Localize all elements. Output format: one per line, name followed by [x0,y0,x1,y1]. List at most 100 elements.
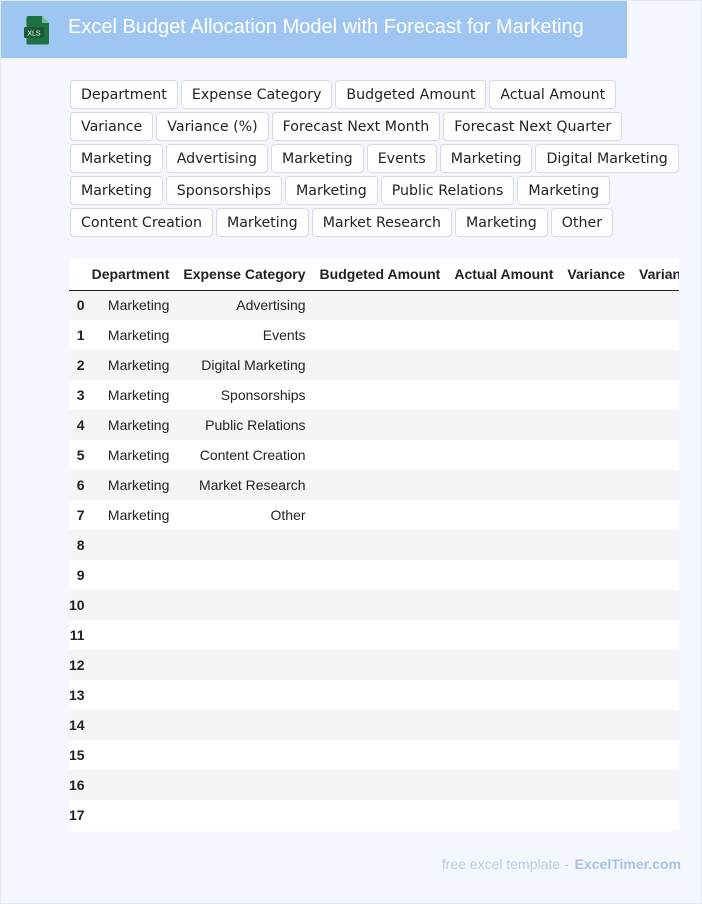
category-cell: Market Research [176,470,313,500]
column-tag[interactable]: Marketing [455,208,548,237]
table-row[interactable]: 15 [69,740,679,770]
category-cell: Sponsorships [176,380,313,410]
column-header[interactable]: Budgeted Amount [312,259,448,291]
department-cell: Marketing [84,500,177,530]
budgeted-cell [312,350,448,380]
footer-brand-link[interactable]: ExcelTimer.com [575,856,681,872]
table-row[interactable]: 0 Marketing Advertising [69,290,679,320]
category-cell [176,710,313,740]
page-title: Excel Budget Allocation Model with Forec… [68,16,584,38]
column-tag[interactable]: Market Research [311,208,453,237]
category-cell [176,680,313,710]
column-tag[interactable]: Marketing [439,144,533,173]
category-cell: Events [176,320,313,350]
category-cell [176,650,313,680]
category-cell: Public Relations [176,410,313,440]
actual-cell [447,470,561,500]
variance-pct-cell [632,380,679,410]
actual-cell [447,650,561,680]
column-header[interactable]: Expense Category [176,259,313,291]
variance-pct-cell [632,290,679,320]
row-index: 6 [69,470,85,500]
column-tag[interactable]: Actual Amount [489,80,617,109]
department-cell: Marketing [84,380,177,410]
table-row[interactable]: 17 [69,800,679,830]
table-row[interactable]: 10 [69,590,679,620]
column-header[interactable]: Variance (%) [632,259,679,291]
column-tag[interactable]: Marketing [270,144,364,173]
budgeted-cell [312,620,448,650]
table-row[interactable]: 2 Marketing Digital Marketing [69,350,679,380]
column-tag[interactable]: Marketing [517,176,611,205]
table-row[interactable]: 4 Marketing Public Relations [69,410,679,440]
column-tag[interactable]: Marketing [215,208,309,237]
category-cell [176,590,313,620]
table-row[interactable]: 12 [69,650,679,680]
column-tag[interactable]: Digital Marketing [535,144,679,173]
variance-pct-cell [632,740,679,770]
row-index: 15 [69,740,85,770]
row-index: 12 [69,650,85,680]
table-row[interactable]: 1 Marketing Events [69,320,679,350]
table-row[interactable]: 14 [69,710,679,740]
svg-text:XLS: XLS [27,31,41,38]
row-index: 11 [69,620,85,650]
table-row[interactable]: 13 [69,680,679,710]
table-row[interactable]: 5 Marketing Content Creation [69,440,679,470]
data-table-container[interactable]: Department Expense Category Budgeted Amoun… [69,259,679,831]
variance-cell [560,680,633,710]
category-cell [176,740,313,770]
column-tag[interactable]: Advertising [165,144,268,173]
actual-cell [447,380,561,410]
column-tag[interactable]: Forecast Next Quarter [443,112,623,141]
column-tag[interactable]: Content Creation [70,208,213,237]
actual-cell [447,320,561,350]
column-tag[interactable]: Marketing [70,176,163,205]
column-tag[interactable]: Forecast Next Month [271,112,441,141]
variance-cell [560,710,633,740]
table-header-row: Department Expense Category Budgeted Amoun… [69,259,679,291]
row-index: 16 [69,770,85,800]
department-cell [84,800,177,830]
budgeted-cell [312,380,448,410]
column-tag[interactable]: Marketing [285,176,378,205]
column-header[interactable] [69,259,85,291]
table-row[interactable]: 9 [69,560,679,590]
table-row[interactable]: 8 [69,530,679,560]
footer-text: free excel template - [441,856,569,872]
column-tag[interactable]: Variance (%) [156,112,269,141]
column-header[interactable]: Actual Amount [447,259,561,291]
category-cell: Other [176,500,313,530]
column-tag[interactable]: Variance [70,112,154,141]
budgeted-cell [312,290,448,320]
budgeted-cell [312,320,448,350]
column-header[interactable]: Department [84,259,177,291]
row-index: 10 [69,590,85,620]
budgeted-cell [312,560,448,590]
table-row[interactable]: 3 Marketing Sponsorships [69,380,679,410]
column-tag[interactable]: Sponsorships [165,176,283,205]
row-index: 7 [69,500,85,530]
row-index: 3 [69,380,85,410]
row-index: 17 [69,800,85,830]
column-tag[interactable]: Marketing [70,144,163,173]
department-cell: Marketing [84,350,177,380]
variance-cell [560,770,633,800]
title-bar: XLS Excel Budget Allocation Model with F… [1,1,627,58]
column-header[interactable]: Variance [560,259,633,291]
budgeted-cell [312,590,448,620]
table-row[interactable]: 11 [69,620,679,650]
variance-cell [560,560,633,590]
table-row[interactable]: 7 Marketing Other [69,500,679,530]
column-tag[interactable]: Department [70,80,178,109]
column-tag[interactable]: Other [550,208,614,237]
table-row[interactable]: 16 [69,770,679,800]
column-tag[interactable]: Budgeted Amount [335,80,487,109]
column-tag[interactable]: Events [366,144,437,173]
variance-pct-cell [632,800,679,830]
variance-cell [560,410,633,440]
table-row[interactable]: 6 Marketing Market Research [69,470,679,500]
column-tag[interactable]: Public Relations [380,176,515,205]
column-tag[interactable]: Expense Category [180,80,333,109]
actual-cell [447,740,561,770]
